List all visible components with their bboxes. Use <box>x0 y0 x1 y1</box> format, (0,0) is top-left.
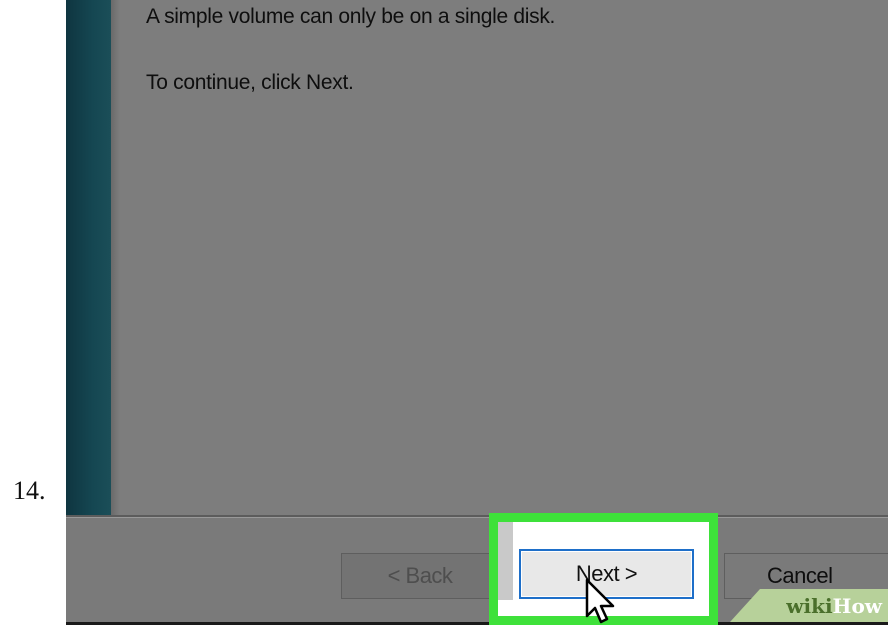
wizard-content: A simple volume can only be on a single … <box>120 0 888 516</box>
highlight-shade <box>498 522 513 600</box>
wizard-sidebar-edge <box>111 0 120 516</box>
description-text: A simple volume can only be on a single … <box>146 5 556 28</box>
tutorial-step-image: 14. A simple volume can only be on a sin… <box>0 0 888 625</box>
mouse-pointer-icon <box>585 578 615 624</box>
new-simple-volume-wizard: A simple volume can only be on a single … <box>66 0 888 622</box>
step-number: 14. <box>13 476 46 505</box>
back-button[interactable]: < Back <box>341 553 499 599</box>
wizard-sidebar <box>66 0 111 516</box>
instruction-text: To continue, click Next. <box>146 71 354 94</box>
watermark-how: How <box>832 593 882 618</box>
watermark-wiki: wiki <box>786 593 833 618</box>
